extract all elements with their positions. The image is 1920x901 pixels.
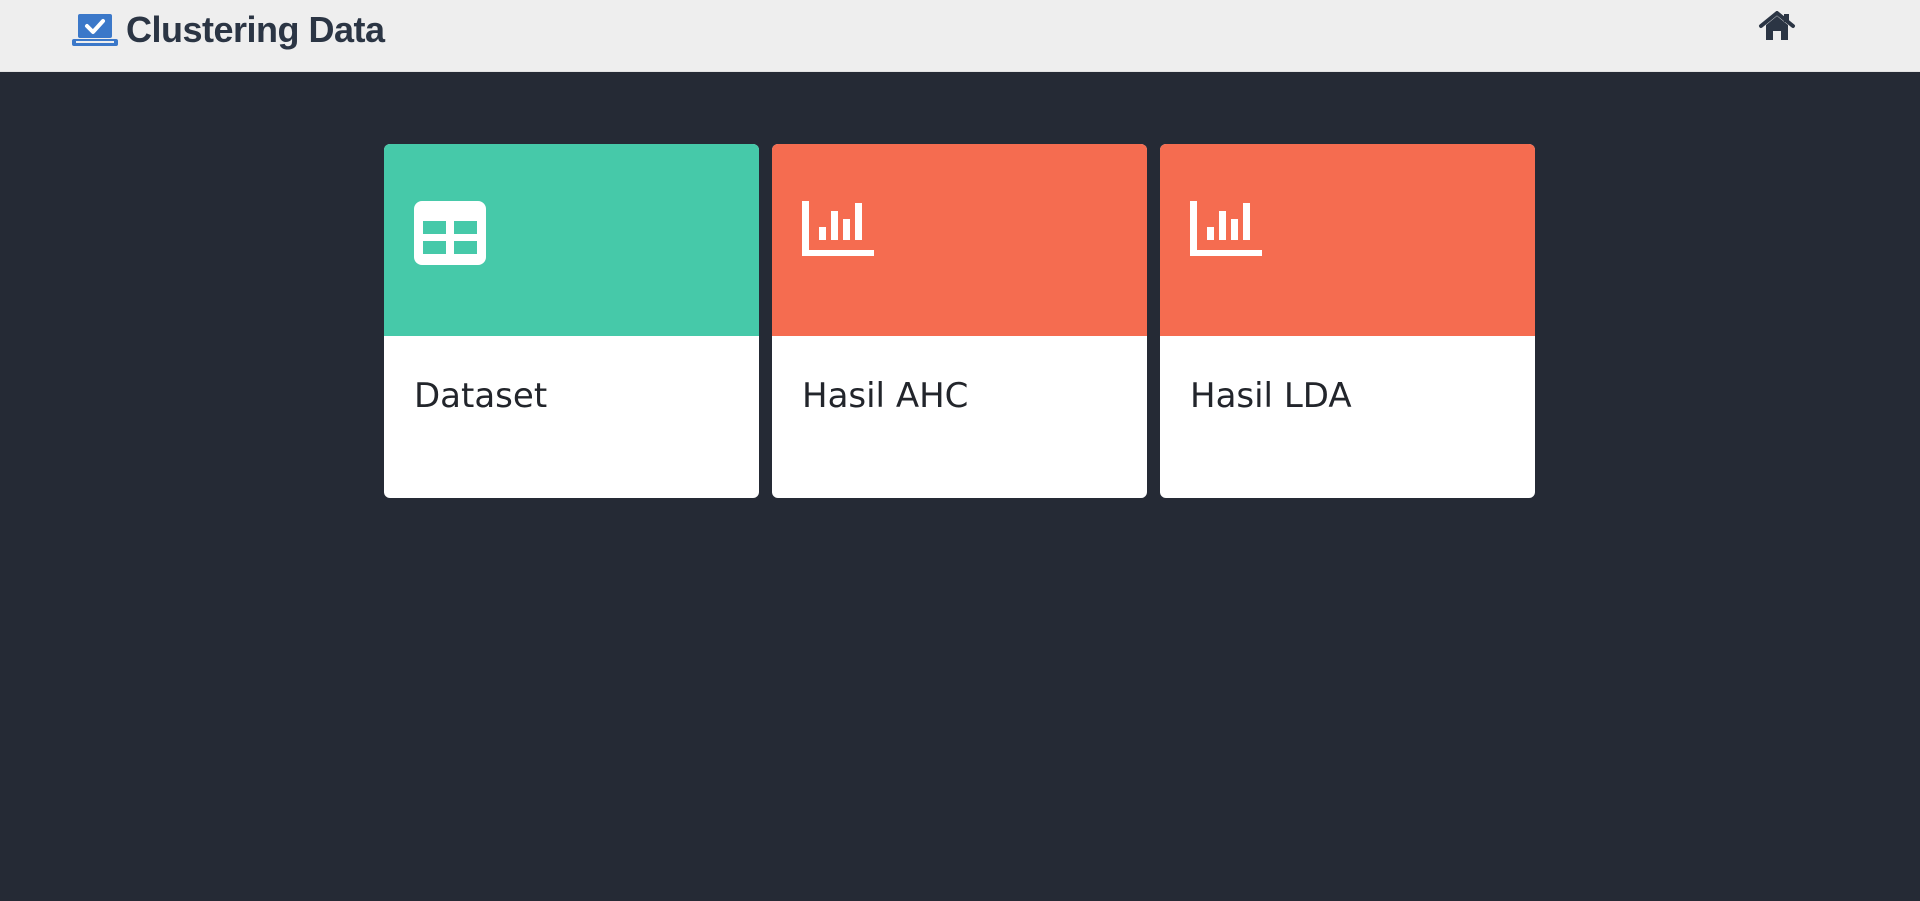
laptop-check-icon [72, 13, 118, 47]
card-header [384, 144, 759, 336]
card-label: Hasil AHC [802, 376, 969, 416]
brand-link[interactable]: Clustering Data [72, 8, 385, 52]
card-label: Hasil LDA [1190, 376, 1352, 416]
card-hasil-ahc[interactable]: Hasil AHC [772, 144, 1147, 498]
home-icon [1758, 11, 1796, 45]
card-hasil-lda[interactable]: Hasil LDA [1160, 144, 1535, 498]
card-label: Dataset [414, 376, 548, 416]
top-navbar: Clustering Data [0, 0, 1920, 72]
card-header [1160, 144, 1535, 336]
card-header [772, 144, 1147, 336]
home-button[interactable] [1757, 11, 1797, 45]
card-body: Hasil AHC [772, 336, 1147, 498]
bar-chart-icon [1190, 201, 1264, 267]
card-dataset[interactable]: Dataset [384, 144, 759, 498]
brand-title: Clustering Data [126, 9, 385, 50]
card-body: Hasil LDA [1160, 336, 1535, 498]
table-icon [414, 201, 488, 267]
card-body: Dataset [384, 336, 759, 498]
bar-chart-icon [802, 201, 876, 267]
card-grid: Dataset Hasil AHC Hasil LDA [384, 144, 1535, 498]
